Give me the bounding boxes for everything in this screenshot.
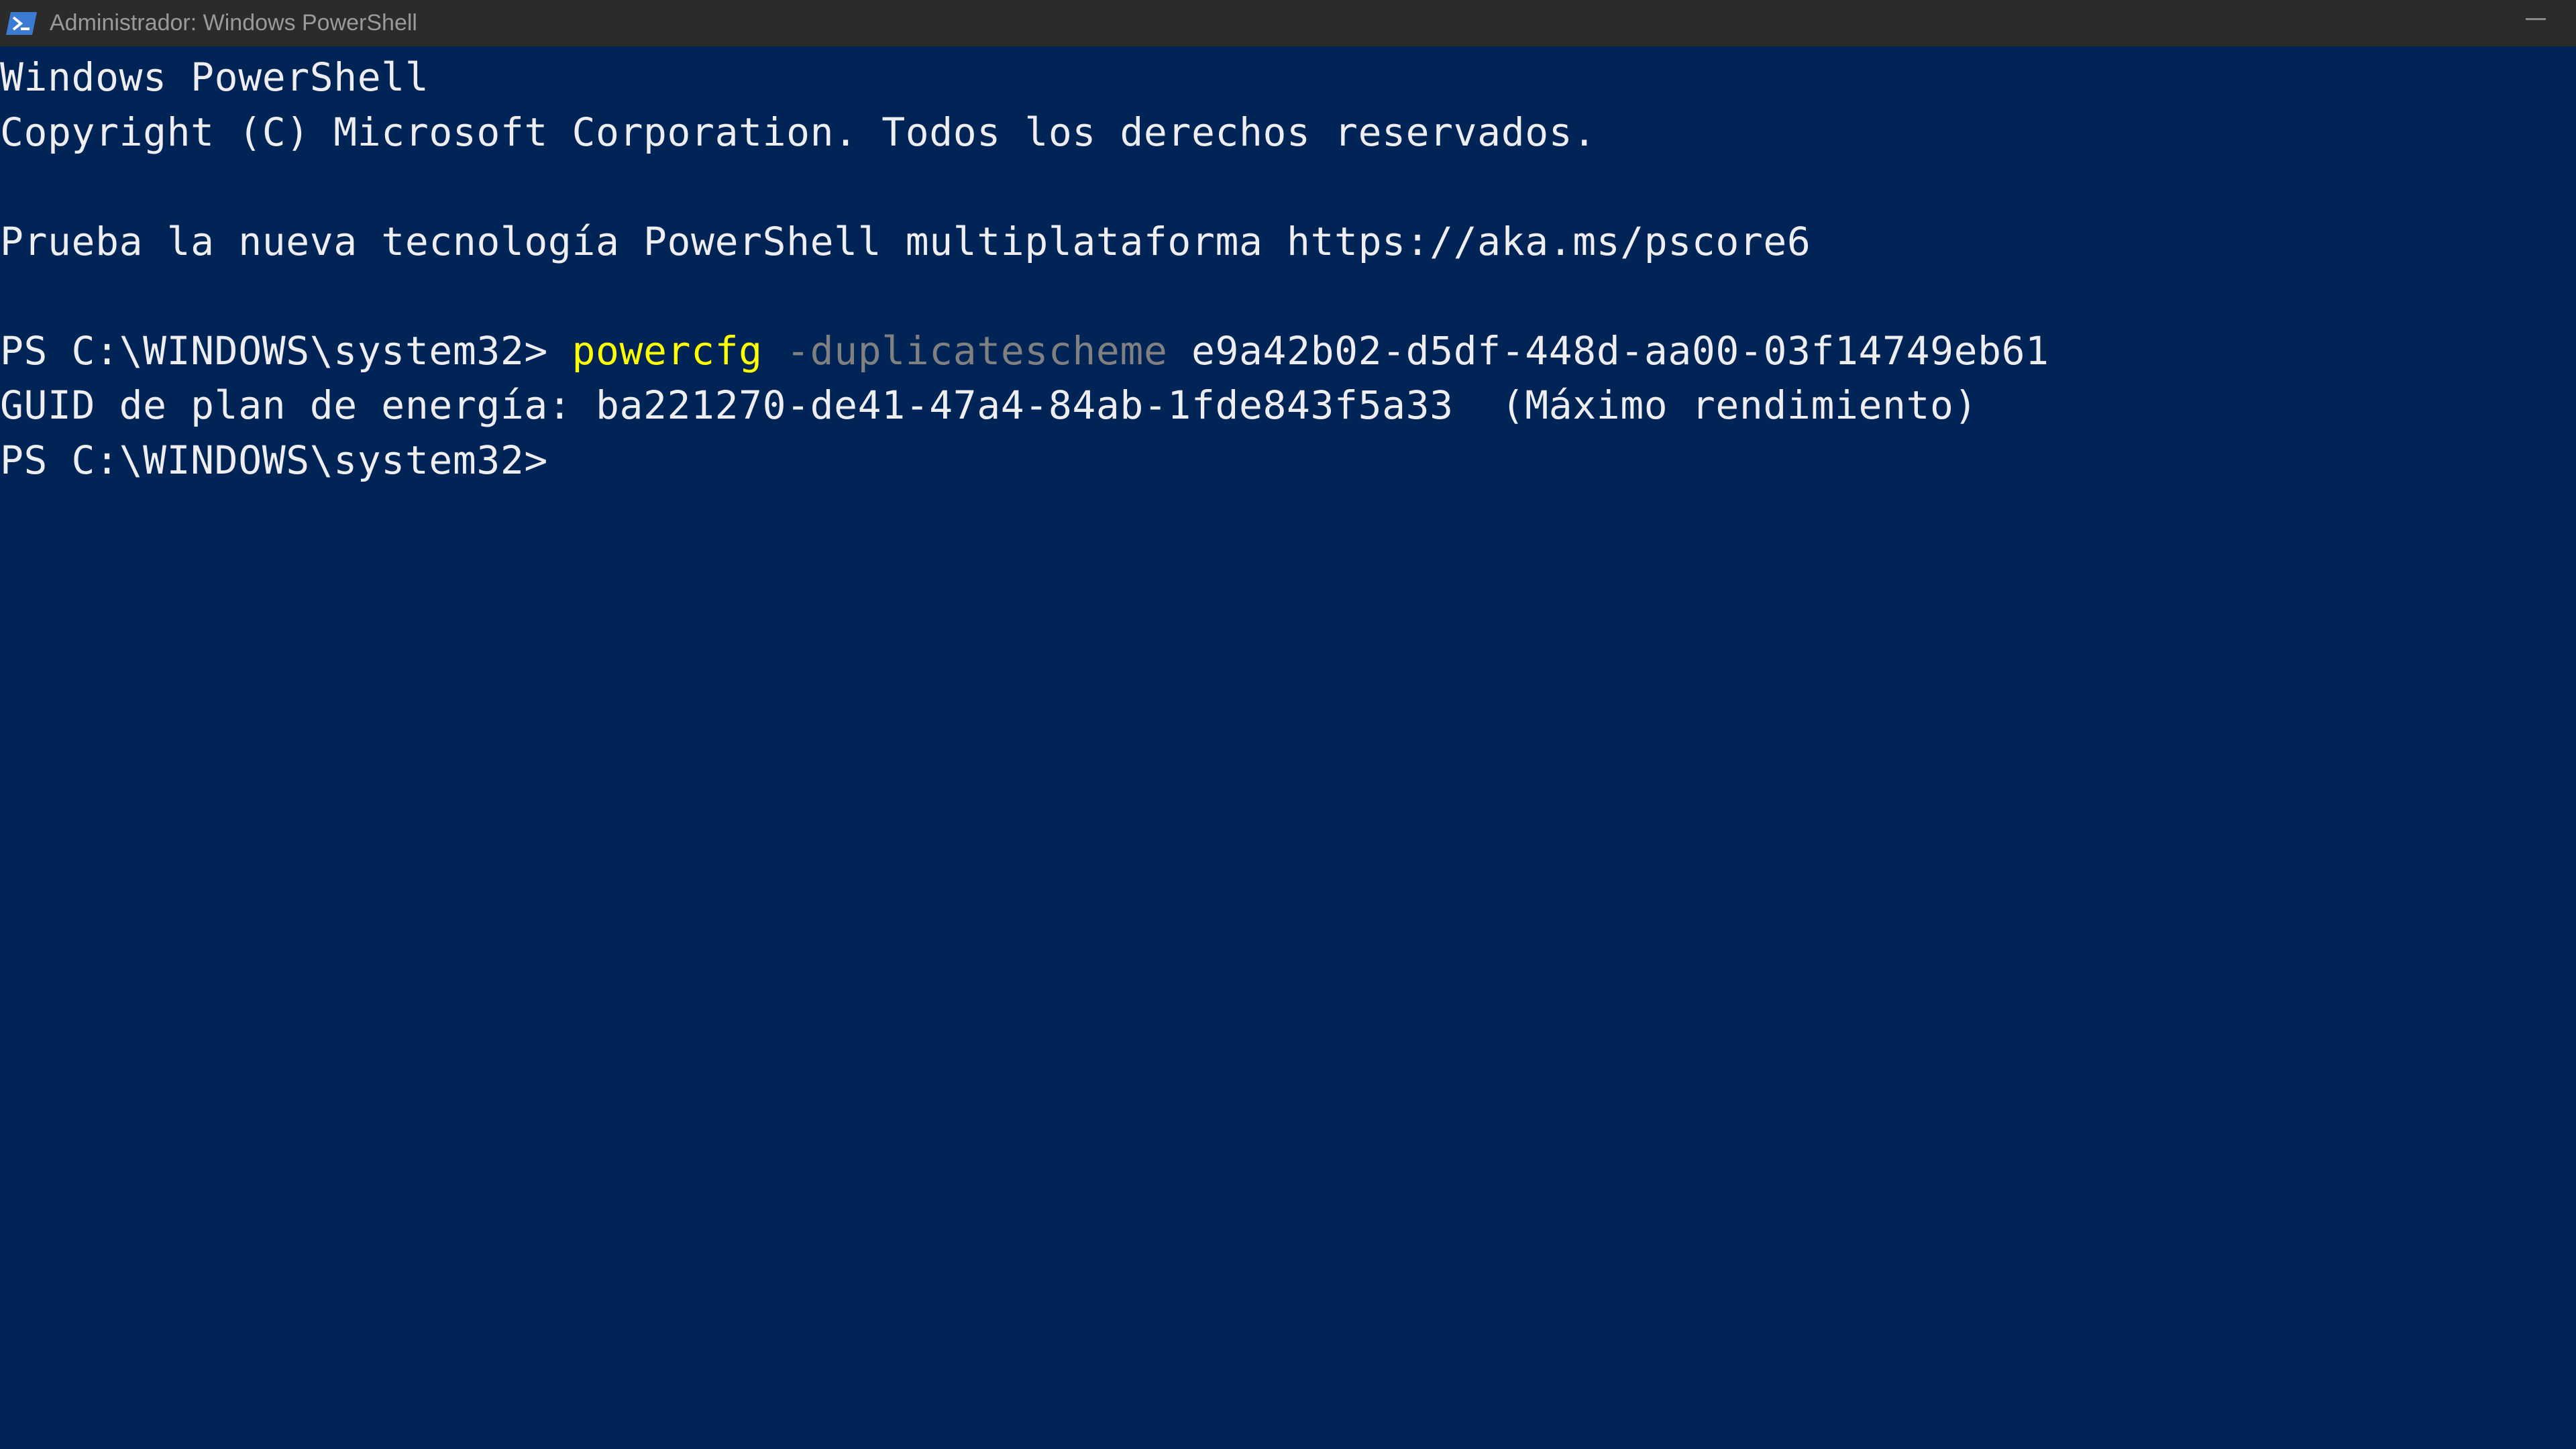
- output-line: GUID de plan de energía: ba221270-de41-4…: [0, 382, 1978, 428]
- minimize-button[interactable]: [2496, 0, 2576, 46]
- prompt: PS C:\WINDOWS\system32>: [0, 327, 572, 374]
- command-name: powercfg: [572, 327, 763, 374]
- current-prompt-line[interactable]: PS C:\WINDOWS\system32>: [0, 433, 2576, 488]
- minimize-icon: [2526, 18, 2546, 20]
- banner-title: Windows PowerShell: [0, 54, 429, 100]
- command-parameter: -duplicatescheme: [786, 327, 1168, 374]
- command-line: PS C:\WINDOWS\system32> powercfg -duplic…: [0, 324, 2576, 379]
- powershell-window: Administrador: Windows PowerShell Window…: [0, 0, 2576, 1449]
- powershell-icon[interactable]: [5, 11, 38, 36]
- window-title: Administrador: Windows PowerShell: [50, 10, 417, 36]
- prompt: PS C:\WINDOWS\system32>: [0, 437, 572, 483]
- title-bar[interactable]: Administrador: Windows PowerShell: [0, 0, 2576, 46]
- console-area[interactable]: Windows PowerShell Copyright (C) Microso…: [0, 46, 2576, 1449]
- promo-line: Prueba la nueva tecnología PowerShell mu…: [0, 218, 1811, 264]
- window-controls: [2496, 0, 2576, 46]
- copyright-line: Copyright (C) Microsoft Corporation. Tod…: [0, 109, 1597, 155]
- command-argument: e9a42b02-d5df-448d-aa00-03f14749eb61: [1191, 327, 2049, 374]
